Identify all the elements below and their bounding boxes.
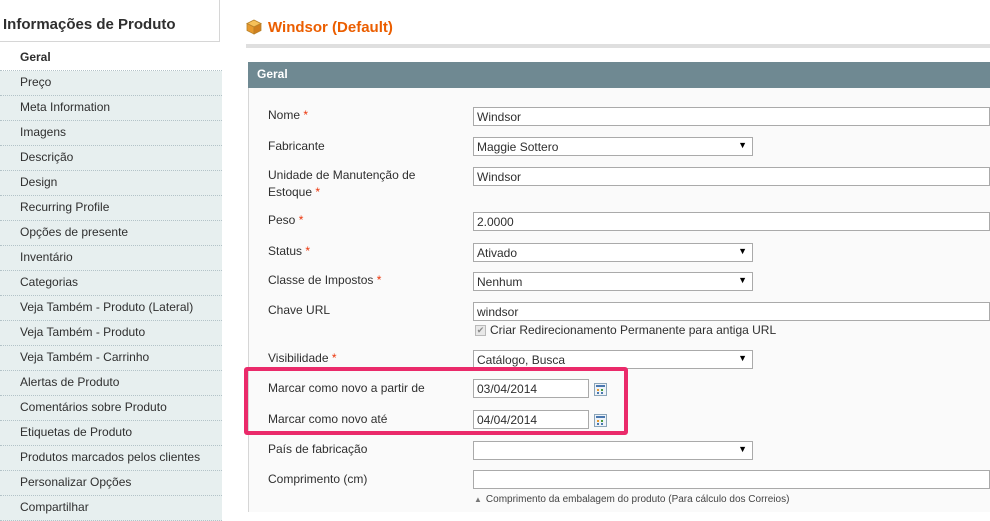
sidebar-item-etiquetas[interactable]: Etiquetas de Produto (0, 421, 222, 446)
required-marker: * (315, 185, 321, 199)
visibility-label: Visibilidade * (268, 350, 337, 367)
tax-class-label-text: Classe de Impostos (268, 273, 374, 287)
manufacturer-select-value: Maggie Sottero (477, 140, 559, 154)
weight-input[interactable]: 2.0000 (473, 212, 990, 231)
status-select[interactable]: Ativado ▼ (473, 243, 753, 262)
sidebar-item-veja-tambem-lateral[interactable]: Veja Também - Produto (Lateral) (0, 296, 222, 321)
visibility-label-text: Visibilidade (268, 351, 329, 365)
sidebar-item-produtos-marcados[interactable]: Produtos marcados pelos clientes (0, 446, 222, 471)
length-note-text: Comprimento da embalagem do produto (Par… (485, 494, 790, 505)
sku-label-line2: Estoque (268, 185, 313, 199)
sidebar-item-personalizar-opcoes[interactable]: Personalizar Opções (0, 471, 222, 496)
sidebar-item-recurring-profile[interactable]: Recurring Profile (0, 196, 222, 221)
sidebar-item-geral[interactable]: Geral (0, 46, 222, 71)
required-marker: * (331, 351, 337, 365)
permanent-redirect-checkbox[interactable]: ✔ (475, 325, 486, 336)
sidebar-item-design[interactable]: Design (0, 171, 222, 196)
length-input[interactable] (473, 470, 990, 489)
sku-label: Unidade de Manutenção de Estoque * (268, 167, 415, 201)
sidebar-title: Informações de Produto (0, 0, 220, 42)
permanent-redirect-label: Criar Redirecionamento Permanente para a… (490, 323, 777, 337)
weight-label-text: Peso (268, 213, 296, 227)
highlight-annotation (244, 367, 628, 435)
sku-label-line1: Unidade de Manutenção de (268, 168, 416, 182)
sidebar-item-opcoes-presente[interactable]: Opções de presente (0, 221, 222, 246)
weight-label: Peso * (268, 212, 303, 229)
section-header: Geral (248, 62, 990, 88)
chevron-down-icon: ▼ (738, 275, 747, 285)
sidebar-item-categorias[interactable]: Categorias (0, 271, 222, 296)
chevron-down-icon: ▼ (738, 140, 747, 150)
caret-up-icon: ▲ (474, 495, 482, 504)
sidebar-item-veja-tambem-carrinho[interactable]: Veja Também - Carrinho (0, 346, 222, 371)
manufacturer-label: Fabricante (268, 139, 325, 153)
chevron-down-icon: ▼ (738, 444, 747, 454)
sidebar-item-descricao[interactable]: Descrição (0, 146, 222, 171)
tax-class-select[interactable]: Nenhum ▼ (473, 272, 753, 291)
required-marker: * (376, 273, 382, 287)
sku-input[interactable]: Windsor (473, 167, 990, 186)
url-key-input[interactable]: windsor (473, 302, 990, 321)
country-select[interactable]: ▼ (473, 441, 753, 460)
length-label: Comprimento (cm) (268, 472, 368, 486)
sidebar-item-alertas-produto[interactable]: Alertas de Produto (0, 371, 222, 396)
sidebar-item-comentarios[interactable]: Comentários sobre Produto (0, 396, 222, 421)
status-label-text: Status (268, 244, 303, 258)
page-title: Windsor (Default) (268, 19, 393, 36)
chevron-down-icon: ▼ (738, 353, 747, 363)
status-select-value: Ativado (477, 246, 518, 260)
name-label-text: Nome (268, 108, 301, 122)
status-label: Status * (268, 243, 310, 260)
name-input[interactable]: Windsor (473, 107, 990, 126)
url-key-label: Chave URL (268, 303, 331, 317)
product-cube-icon (246, 19, 262, 35)
sidebar-item-compartilhar[interactable]: Compartilhar (0, 496, 222, 521)
sidebar-item-inventario[interactable]: Inventário (0, 246, 222, 271)
name-label: Nome * (268, 107, 308, 124)
sidebar-item-imagens[interactable]: Imagens (0, 121, 222, 146)
manufacturer-select[interactable]: Maggie Sottero ▼ (473, 137, 753, 156)
required-marker: * (298, 213, 304, 227)
tax-class-label: Classe de Impostos * (268, 272, 381, 289)
required-marker: * (303, 108, 309, 122)
chevron-down-icon: ▼ (738, 246, 747, 256)
country-label: País de fabricação (268, 442, 368, 456)
sidebar-item-preco[interactable]: Preço (0, 71, 222, 96)
sidebar-tab-list: Geral Preço Meta Information Imagens Des… (0, 46, 222, 521)
length-note: ▲ Comprimento da embalagem do produto (Pa… (474, 494, 789, 505)
sidebar-item-meta-information[interactable]: Meta Information (0, 96, 222, 121)
tax-class-select-value: Nenhum (477, 275, 523, 289)
product-info-sidebar: Informações de Produto Geral Preço Meta … (0, 0, 222, 521)
visibility-select-value: Catálogo, Busca (477, 353, 566, 367)
required-marker: * (305, 244, 311, 258)
page-header: Windsor (Default) (246, 16, 990, 48)
sidebar-item-veja-tambem-produto[interactable]: Veja Também - Produto (0, 321, 222, 346)
